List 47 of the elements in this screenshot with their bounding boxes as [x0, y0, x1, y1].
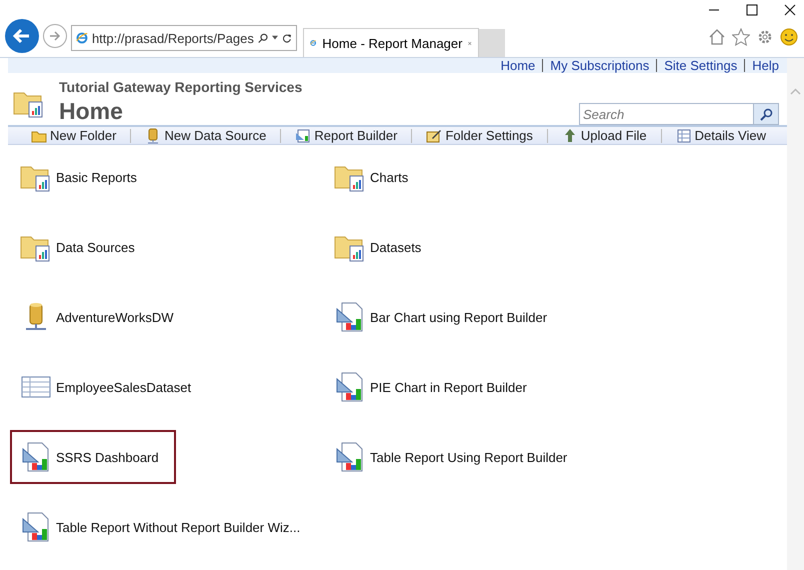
maximize-icon[interactable] [746, 4, 758, 16]
search-icon[interactable] [258, 31, 268, 45]
toolbar-button[interactable]: Folder Settings [419, 128, 540, 144]
home-icon[interactable] [708, 28, 726, 46]
item-link[interactable]: PIE Chart in Report Builder [370, 380, 527, 394]
browser-logo-icon [76, 30, 88, 46]
settings-icon[interactable] [756, 28, 774, 46]
item-link[interactable]: Basic Reports [56, 170, 137, 184]
forward-button[interactable] [43, 24, 67, 48]
top-link[interactable]: My Subscriptions [550, 58, 650, 73]
item-link[interactable]: SSRS Dashboard [56, 450, 159, 464]
item-link[interactable]: Table Report Without Report Builder Wiz... [56, 520, 300, 534]
url-text: http://prasad/Reports/Pages [92, 30, 254, 46]
arrow-left-icon [12, 26, 32, 46]
address-bar[interactable]: http://prasad/Reports/Pages [71, 25, 297, 51]
item-link[interactable]: Charts [370, 170, 408, 184]
page-title: Home [59, 98, 124, 125]
refresh-icon[interactable] [282, 32, 292, 44]
toolbar-button[interactable]: New Data Source [138, 128, 274, 144]
item-link[interactable]: Table Report Using Report Builder [370, 450, 568, 464]
list-icon [676, 128, 692, 144]
toolbar-button[interactable]: Report Builder [288, 128, 404, 144]
toolbar-button[interactable]: Upload File [554, 128, 654, 144]
smiley-icon[interactable] [780, 28, 798, 46]
browser-tab[interactable]: Home - Report Manager [303, 28, 479, 57]
selected-item-frame[interactable]: SSRS Dashboard [10, 430, 176, 484]
search-icon [760, 108, 772, 120]
top-link[interactable]: Site Settings [664, 58, 738, 73]
item-link[interactable]: EmployeeSalesDataset [56, 380, 192, 394]
caret-icon[interactable] [272, 35, 278, 41]
item-link[interactable]: Bar Chart using Report Builder [370, 310, 548, 324]
arrow-right-icon [48, 29, 62, 43]
toolbar-button[interactable]: Details View [668, 128, 773, 144]
search-field[interactable]: Search [579, 103, 753, 125]
top-link[interactable]: Home [500, 58, 536, 73]
back-button[interactable] [5, 19, 39, 53]
item-link[interactable]: AdventureWorksDW [56, 310, 174, 324]
search-button[interactable] [753, 103, 779, 125]
close-icon[interactable] [784, 4, 796, 16]
report-icon [295, 128, 312, 144]
item-link[interactable]: Data Sources [56, 240, 135, 254]
star-icon[interactable] [732, 28, 750, 46]
top-link[interactable]: Help [752, 58, 779, 73]
site-title: Tutorial Gateway Reporting Services [59, 79, 304, 95]
toolbar-button[interactable]: New Folder [24, 128, 124, 144]
item-link[interactable]: Datasets [370, 240, 422, 254]
pencil-icon [426, 128, 442, 144]
